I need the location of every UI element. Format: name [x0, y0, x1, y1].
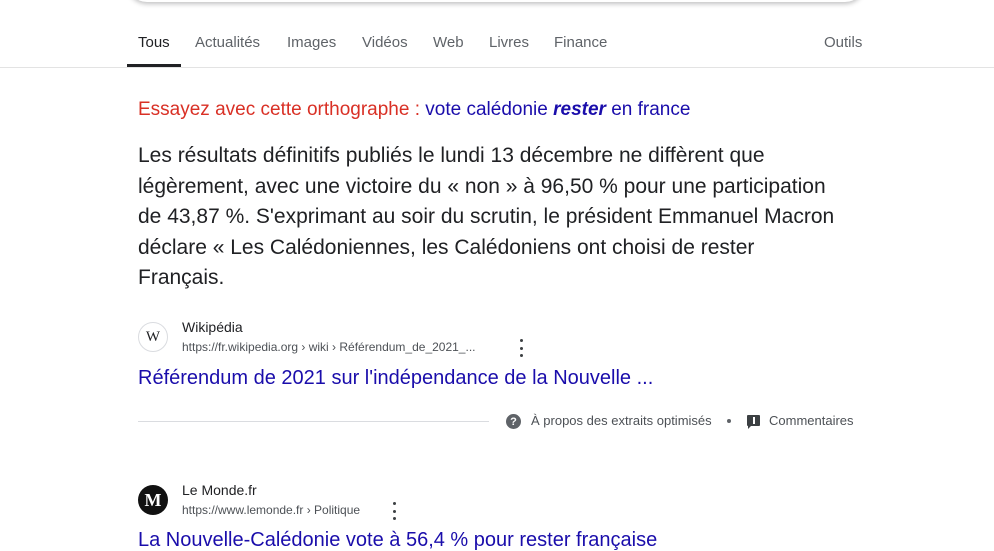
feedback-link[interactable]: Commentaires — [769, 413, 854, 428]
about-featured-snippets-link[interactable]: À propos des extraits optimisés — [531, 413, 712, 428]
suggestion-text-before: vote calédonie — [425, 99, 548, 120]
suggestion-corrected-word: rester — [553, 99, 606, 120]
search-tabs: Tous Actualités Images Vidéos Web Livres… — [0, 20, 994, 68]
feedback-icon[interactable] — [747, 415, 760, 429]
featured-snippet-text: Les résultats définitifs publiés le lund… — [138, 144, 835, 289]
wikipedia-logo-letter: W — [145, 328, 161, 345]
search-box-bottom[interactable] — [127, 0, 865, 2]
tab-livres[interactable]: Livres — [489, 34, 529, 51]
tab-images[interactable]: Images — [287, 34, 336, 51]
tools-button[interactable]: Outils — [824, 34, 862, 51]
more-vert-icon[interactable] — [515, 339, 527, 357]
spelling-suggestion-link[interactable]: vote calédonie rester en france — [425, 99, 690, 120]
more-vert-icon[interactable] — [388, 502, 400, 520]
snippet-site-url[interactable]: https://fr.wikipedia.org › wiki › Référe… — [182, 340, 475, 354]
tab-tous[interactable]: Tous — [138, 34, 170, 51]
result-site-name[interactable]: Le Monde.fr — [182, 482, 257, 498]
wikipedia-favicon[interactable]: W — [138, 322, 168, 352]
dot-separator — [727, 419, 731, 423]
tab-actualites[interactable]: Actualités — [195, 34, 260, 51]
result-title[interactable]: La Nouvelle-Calédonie vote à 56,4 % pour… — [138, 529, 657, 551]
active-tab-indicator — [127, 64, 181, 67]
result-site-url[interactable]: https://www.lemonde.fr › Politique — [182, 503, 360, 517]
search-results-page: Tous Actualités Images Vidéos Web Livres… — [0, 0, 994, 551]
tab-videos[interactable]: Vidéos — [362, 34, 408, 51]
suggestion-text-after: en france — [611, 99, 691, 120]
lemonde-logo-letter: M — [144, 489, 162, 510]
tab-web[interactable]: Web — [433, 34, 464, 51]
spelling-lead: Essayez avec cette orthographe : — [138, 99, 420, 120]
divider — [138, 421, 489, 422]
snippet-site-name[interactable]: Wikipédia — [182, 319, 243, 335]
spelling-suggestion: Essayez avec cette orthographe : vote ca… — [138, 99, 690, 121]
tab-finance[interactable]: Finance — [554, 34, 607, 51]
lemonde-favicon[interactable]: M — [138, 485, 168, 515]
question-circle-icon[interactable]: ? — [506, 414, 521, 429]
snippet-result-title[interactable]: Référendum de 2021 sur l'indépendance de… — [138, 367, 653, 390]
